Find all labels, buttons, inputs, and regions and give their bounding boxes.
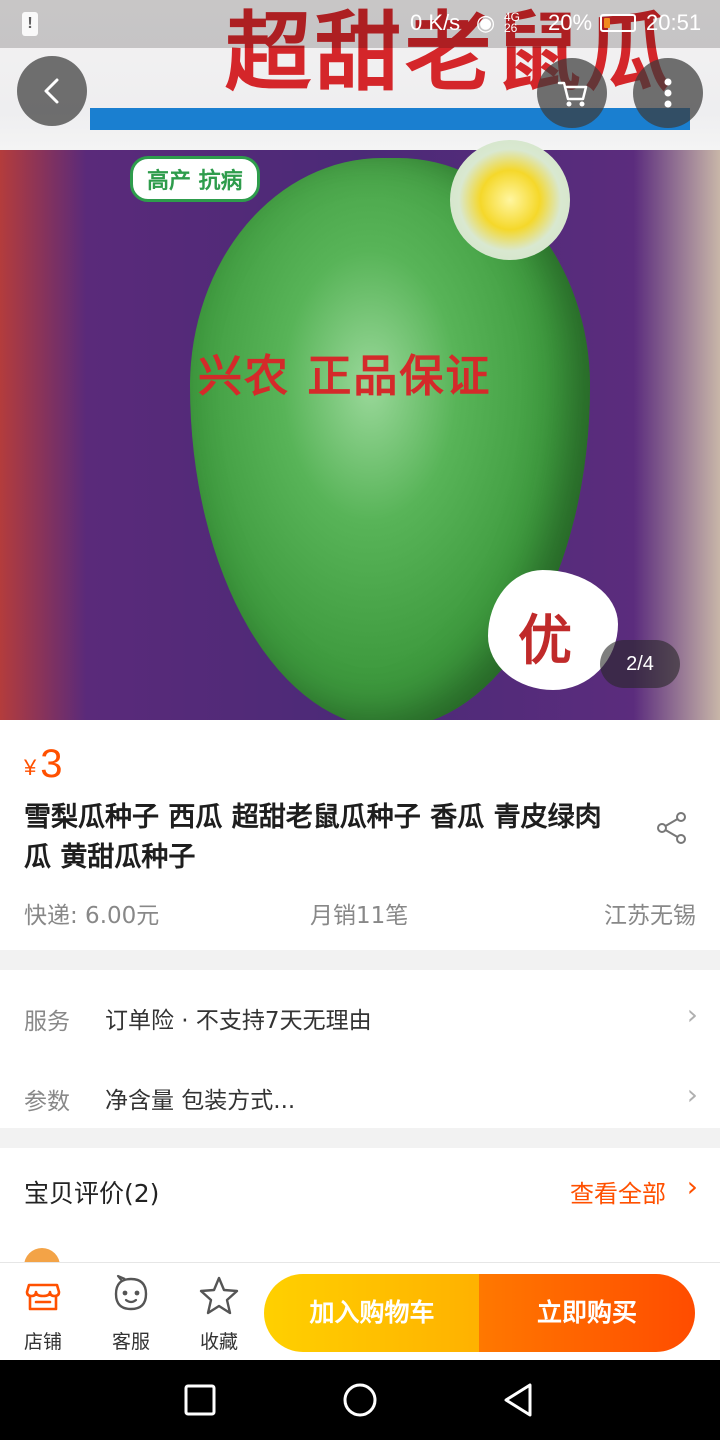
customer-service-label: 客服 bbox=[111, 1331, 150, 1353]
recents-icon[interactable] bbox=[180, 1380, 220, 1420]
price-value: 3 bbox=[40, 742, 63, 786]
more-button[interactable] bbox=[633, 58, 703, 128]
favorite-label: 收藏 bbox=[199, 1331, 238, 1353]
battery-level bbox=[604, 18, 610, 28]
chevron-right-icon: › bbox=[686, 1078, 698, 1111]
status-bar: ! 0 K/s ◉ 4G 26 20% 20:51 bbox=[0, 0, 720, 48]
params-row[interactable]: 参数 净含量 包装方式... › bbox=[0, 1054, 720, 1134]
share-icon bbox=[657, 812, 686, 844]
more-vertical-icon bbox=[664, 78, 672, 108]
eye-icon: ◉ bbox=[476, 10, 496, 35]
chevron-left-icon bbox=[44, 78, 59, 104]
star-icon bbox=[199, 1276, 239, 1315]
system-nav-bar bbox=[0, 1360, 720, 1440]
ship-from-location: 江苏无锡 bbox=[604, 903, 696, 929]
service-value: 订单险 · 不支持7天无理由 bbox=[105, 1008, 372, 1034]
params-value: 净含量 包装方式... bbox=[105, 1088, 296, 1114]
shop-icon bbox=[25, 1283, 61, 1311]
currency-symbol: ¥ bbox=[24, 755, 37, 780]
service-row[interactable]: 服务 订单险 · 不支持7天无理由 › bbox=[0, 974, 720, 1054]
signal-sub: 26 bbox=[504, 21, 518, 35]
monthly-sales: 月销11笔 bbox=[310, 903, 409, 929]
service-label: 服务 bbox=[24, 1009, 70, 1035]
section-divider bbox=[0, 950, 720, 970]
customer-service-icon bbox=[114, 1274, 148, 1311]
shop-button[interactable]: 店铺 bbox=[8, 1273, 78, 1354]
quality-badge-text: 优 bbox=[518, 608, 572, 672]
chevron-right-icon: › bbox=[686, 998, 698, 1031]
flower-image bbox=[450, 140, 570, 260]
package-slogan: 兴农 正品保证 bbox=[198, 351, 492, 402]
network-speed: 0 K/s bbox=[410, 10, 461, 35]
alert-icon: ! bbox=[22, 12, 38, 36]
battery-percent: 20% bbox=[548, 10, 593, 35]
action-bar: 店铺 客服 收藏 加入购物车 立即购买 bbox=[0, 1262, 720, 1360]
home-icon[interactable] bbox=[340, 1380, 380, 1420]
share-button[interactable] bbox=[652, 808, 692, 848]
product-title: 雪梨瓜种子 西瓜 超甜老鼠瓜种子 香瓜 青皮绿肉瓜 黄甜瓜种子 bbox=[24, 802, 602, 873]
signal-icon: 4G 26 bbox=[504, 11, 520, 35]
shop-label: 店铺 bbox=[23, 1331, 62, 1353]
add-to-cart-button[interactable]: 加入购物车 bbox=[264, 1274, 480, 1352]
cart-icon bbox=[557, 81, 588, 107]
cart-button[interactable] bbox=[537, 58, 607, 128]
product-image-gallery[interactable]: 超甜老鼠瓜 高产 抗病 兴农 正品保证 优 2/4 bbox=[0, 0, 720, 720]
favorite-button[interactable]: 收藏 bbox=[184, 1273, 254, 1354]
package-tag: 高产 抗病 bbox=[130, 156, 260, 202]
reviews-title: 宝贝评价(2) bbox=[24, 1179, 160, 1208]
view-all-reviews-link[interactable]: 查看全部 bbox=[570, 1174, 666, 1209]
clock: 20:51 bbox=[646, 10, 702, 35]
section-divider bbox=[0, 1128, 720, 1148]
image-counter: 2/4 bbox=[600, 640, 680, 688]
params-label: 参数 bbox=[24, 1089, 70, 1115]
shipping-fee: 快递: 6.00元 bbox=[24, 903, 160, 929]
customer-service-button[interactable]: 客服 bbox=[96, 1273, 166, 1354]
chevron-right-icon[interactable]: › bbox=[687, 1170, 698, 1203]
back-button[interactable] bbox=[17, 56, 87, 126]
back-nav-icon[interactable] bbox=[500, 1380, 540, 1420]
battery-icon bbox=[600, 14, 636, 32]
buy-now-button[interactable]: 立即购买 bbox=[479, 1274, 695, 1352]
price: ¥3 bbox=[24, 742, 63, 787]
